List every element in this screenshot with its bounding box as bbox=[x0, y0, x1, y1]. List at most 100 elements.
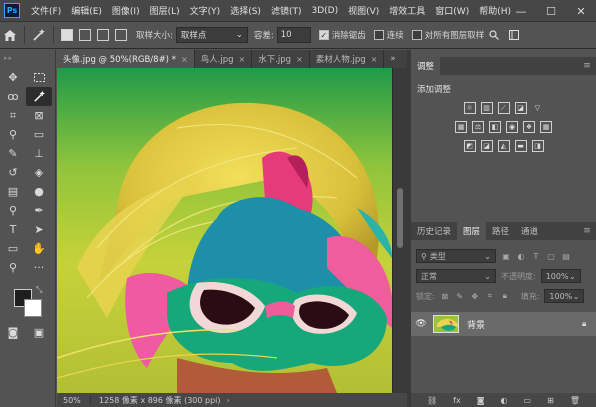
healing-brush-tool-icon[interactable]: ✎ bbox=[0, 144, 26, 163]
lock-image-icon[interactable]: ✎ bbox=[455, 291, 465, 301]
tab-layers[interactable]: 图层 bbox=[457, 222, 487, 240]
tab-portrait[interactable]: 头像.jpg @ 50%(RGB/8#) * × bbox=[57, 50, 195, 68]
new-group-icon[interactable]: ▭ bbox=[524, 396, 532, 405]
photo-filter-icon[interactable]: ◉ bbox=[506, 121, 518, 133]
layer-filter-select[interactable]: ⚲ 类型 ⌄ bbox=[416, 249, 496, 263]
visibility-eye-icon[interactable]: 👁︎ bbox=[411, 319, 431, 329]
vertical-scrollbar[interactable] bbox=[393, 68, 407, 393]
lasso-tool-icon[interactable]: ꝏ bbox=[0, 87, 26, 106]
selective-color-icon[interactable]: ◨ bbox=[531, 140, 544, 152]
more-tools-icon[interactable]: ··· bbox=[26, 258, 52, 277]
gradient-tool-icon[interactable]: ▤ bbox=[0, 182, 26, 201]
screen-mode-icon[interactable]: ▣ bbox=[26, 323, 52, 342]
dodge-tool-icon[interactable]: ⚲ bbox=[0, 201, 26, 220]
contiguous-checkbox[interactable] bbox=[373, 30, 384, 40]
scrollbar-thumb[interactable] bbox=[397, 188, 403, 248]
tab-overflow-button[interactable]: » bbox=[384, 50, 401, 68]
add-mask-icon[interactable]: ◙ bbox=[477, 396, 485, 405]
delete-layer-icon[interactable]: 🗑︎ bbox=[570, 396, 580, 405]
pen-tool-icon[interactable]: ✒ bbox=[26, 201, 52, 220]
close-window-button[interactable]: ✕ bbox=[566, 0, 596, 22]
all-layers-checkbox[interactable] bbox=[411, 30, 422, 40]
new-adjustment-layer-icon[interactable]: ◐ bbox=[501, 396, 508, 405]
antialias-checkbox[interactable]: ✓ bbox=[318, 30, 329, 40]
intersect-selection-icon[interactable] bbox=[115, 29, 127, 41]
close-icon[interactable]: × bbox=[296, 55, 303, 64]
color-balance-icon[interactable]: ⚖ bbox=[472, 121, 484, 133]
tab-channels[interactable]: 通道 bbox=[515, 222, 544, 240]
opacity-input[interactable]: 100% ⌄ bbox=[540, 269, 581, 283]
background-color-swatch[interactable] bbox=[24, 299, 42, 317]
menu-type[interactable]: 文字(Y) bbox=[185, 4, 226, 17]
filter-type-icon[interactable]: T bbox=[531, 251, 541, 261]
levels-icon[interactable]: ▥ bbox=[480, 102, 493, 114]
close-icon[interactable]: × bbox=[181, 55, 188, 64]
eyedropper-tool-icon[interactable]: ⚲ bbox=[0, 125, 26, 144]
menu-edit[interactable]: 编辑(E) bbox=[66, 4, 107, 17]
link-layers-icon[interactable]: ⛓ bbox=[427, 396, 437, 405]
blend-mode-select[interactable]: 正常 ⌄ bbox=[416, 269, 496, 283]
tab-birdman[interactable]: 鸟人.jpg × bbox=[195, 50, 253, 68]
swap-colors-icon[interactable]: ⤡ bbox=[36, 285, 42, 295]
lock-position-icon[interactable]: ✥ bbox=[470, 291, 480, 301]
filter-pixel-icon[interactable]: ▣ bbox=[501, 251, 511, 261]
history-brush-tool-icon[interactable]: ↺ bbox=[0, 163, 26, 182]
path-selection-tool-icon[interactable]: ➤ bbox=[26, 220, 52, 239]
maximize-button[interactable]: ☐ bbox=[536, 0, 566, 22]
frame-tool-icon[interactable]: ⊠ bbox=[26, 106, 52, 125]
menu-image[interactable]: 图像(I) bbox=[107, 4, 145, 17]
subtract-selection-icon[interactable] bbox=[97, 29, 109, 41]
clone-stamp-tool-icon[interactable]: ⊥ bbox=[26, 144, 52, 163]
invert-icon[interactable]: ◩ bbox=[463, 140, 476, 152]
menu-view[interactable]: 视图(V) bbox=[343, 4, 384, 17]
channel-mixer-icon[interactable]: ❖ bbox=[523, 121, 535, 133]
posterize-icon[interactable]: ◪ bbox=[480, 140, 493, 152]
close-icon[interactable]: × bbox=[239, 55, 246, 64]
color-lookup-icon[interactable]: ▦ bbox=[540, 121, 552, 133]
menu-file[interactable]: 文件(F) bbox=[26, 4, 66, 17]
new-selection-icon[interactable] bbox=[61, 29, 73, 41]
tolerance-input[interactable]: 10 bbox=[276, 27, 311, 43]
move-tool-icon[interactable]: ✥ bbox=[0, 68, 26, 87]
fill-input[interactable]: 100% ⌄ bbox=[544, 289, 585, 303]
exposure-icon[interactable]: ◪ bbox=[514, 102, 527, 114]
curves-icon[interactable]: ⟋ bbox=[497, 102, 510, 114]
hand-tool-icon[interactable]: ✋ bbox=[26, 239, 52, 258]
tab-paths[interactable]: 路径 bbox=[486, 222, 515, 240]
new-layer-icon[interactable]: ⊞ bbox=[547, 396, 554, 405]
workspace-icon[interactable] bbox=[504, 26, 524, 44]
menu-plugins[interactable]: 增效工具 bbox=[384, 4, 430, 17]
magic-wand-preset-icon[interactable] bbox=[29, 26, 49, 44]
lock-artboard-icon[interactable]: ⌗ bbox=[485, 291, 495, 301]
tab-history[interactable]: 历史记录 bbox=[411, 222, 457, 240]
zoom-level[interactable]: 50% bbox=[57, 395, 91, 405]
status-menu-icon[interactable]: › bbox=[227, 396, 230, 405]
sample-size-select[interactable]: 取样点 ⌄ bbox=[175, 27, 248, 43]
blur-tool-icon[interactable]: ● bbox=[26, 182, 52, 201]
lock-transparent-icon[interactable]: ⊠ bbox=[440, 291, 450, 301]
threshold-icon[interactable]: ◭ bbox=[497, 140, 510, 152]
layer-style-icon[interactable]: fx bbox=[453, 396, 461, 405]
menu-window[interactable]: 窗口(W) bbox=[430, 4, 474, 17]
home-icon[interactable] bbox=[0, 26, 20, 44]
vibrance-icon[interactable]: ▽ bbox=[532, 102, 544, 114]
tab-material-person[interactable]: 素材人物.jpg × bbox=[310, 50, 385, 68]
panel-menu-icon[interactable]: ≡ bbox=[578, 57, 596, 75]
rectangle-tool-icon[interactable]: ▭ bbox=[0, 239, 26, 258]
add-selection-icon[interactable] bbox=[79, 29, 91, 41]
ruler-tool-icon[interactable]: ▭ bbox=[26, 125, 52, 144]
layer-row[interactable]: 👁︎ 背景 🔒︎ bbox=[411, 312, 596, 336]
black-white-icon[interactable]: ◧ bbox=[489, 121, 501, 133]
type-tool-icon[interactable]: T bbox=[0, 220, 26, 239]
brightness-contrast-icon[interactable]: ☼ bbox=[463, 102, 476, 114]
hue-saturation-icon[interactable]: ▦ bbox=[455, 121, 467, 133]
magic-wand-tool-icon[interactable] bbox=[26, 87, 52, 106]
filter-shape-icon[interactable]: ▢ bbox=[546, 251, 556, 261]
crop-tool-icon[interactable]: ⌗ bbox=[0, 106, 26, 125]
minimize-button[interactable]: — bbox=[506, 0, 536, 22]
menu-layer[interactable]: 图层(L) bbox=[145, 4, 185, 17]
menu-filter[interactable]: 滤镜(T) bbox=[266, 4, 307, 17]
filter-smart-object-icon[interactable]: ▤ bbox=[561, 251, 571, 261]
filter-adjustment-icon[interactable]: ◐ bbox=[516, 251, 526, 261]
marquee-tool-icon[interactable] bbox=[26, 68, 52, 87]
